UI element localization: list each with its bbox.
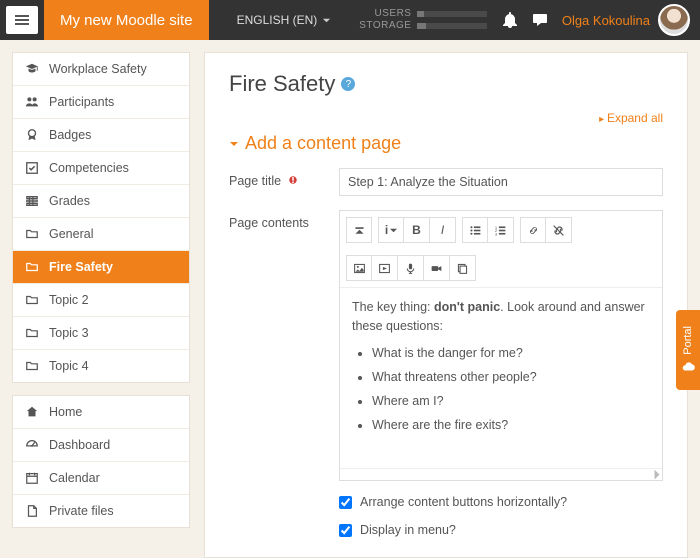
toolbar-style-button[interactable]: i — [378, 217, 404, 243]
sidebar-item-label: Grades — [49, 194, 90, 208]
users-icon — [25, 95, 39, 109]
sidebar-item-label: Competencies — [49, 161, 129, 175]
check-icon — [25, 161, 39, 175]
folder-icon — [25, 293, 39, 307]
sidebar-item-general[interactable]: General — [13, 218, 189, 251]
sidebar-item-topic-3[interactable]: Topic 3 — [13, 317, 189, 350]
display-in-menu-checkbox[interactable] — [339, 524, 352, 537]
sidebar-item-label: Calendar — [49, 471, 100, 485]
grid-icon — [25, 194, 39, 208]
editor-toolbar: i B I 123 — [340, 211, 662, 288]
toolbar-ul-button[interactable] — [462, 217, 488, 243]
portal-tab-label: Portal — [682, 326, 694, 355]
editor-paragraph: The key thing: don't panic. Look around … — [352, 298, 650, 336]
toolbar-ol-button[interactable]: 123 — [488, 217, 514, 243]
file-icon — [25, 504, 39, 518]
page-contents-label: Page contents — [229, 216, 309, 230]
sidebar-item-dashboard[interactable]: Dashboard — [13, 429, 189, 462]
page-title-input[interactable] — [339, 168, 663, 196]
hamburger-icon — [14, 12, 30, 28]
help-icon[interactable]: ? — [341, 77, 355, 91]
portal-tab[interactable]: Portal — [676, 310, 700, 390]
messages-icon[interactable] — [532, 12, 548, 28]
folder-icon — [25, 227, 39, 241]
sidebar-item-label: Topic 3 — [49, 326, 89, 340]
rich-text-editor: i B I 123 — [339, 210, 663, 481]
dashboard-icon — [25, 438, 39, 452]
sidebar-item-private-files[interactable]: Private files — [13, 495, 189, 527]
usage-stats: USERS STORAGE — [359, 8, 487, 32]
sidebar-item-home[interactable]: Home — [13, 396, 189, 429]
sidebar-item-label: Participants — [49, 95, 114, 109]
arrange-horizontal-checkbox[interactable] — [339, 496, 352, 509]
home-icon — [25, 405, 39, 419]
sidebar-item-label: Private files — [49, 504, 114, 518]
page-title: Fire Safety — [229, 71, 335, 97]
language-switcher[interactable]: ENGLISH (EN) — [237, 13, 332, 27]
caret-down-icon — [390, 227, 397, 234]
nav-toggle-button[interactable] — [6, 6, 38, 34]
section-heading-label: Add a content page — [245, 133, 401, 154]
toolbar-link-button[interactable] — [520, 217, 546, 243]
grad-cap-icon — [25, 62, 39, 76]
sidebar-item-label: Badges — [49, 128, 91, 142]
toolbar-italic-button[interactable]: I — [430, 217, 456, 243]
display-in-menu-label: Display in menu? — [360, 523, 456, 537]
cloud-icon — [681, 360, 695, 374]
folder-icon — [25, 359, 39, 373]
svg-text:3: 3 — [495, 231, 498, 236]
toolbar-files-button[interactable] — [450, 255, 476, 281]
language-label: ENGLISH (EN) — [237, 13, 318, 27]
sidebar-item-label: Topic 2 — [49, 293, 89, 307]
chevron-down-icon — [229, 139, 239, 149]
sidebar-item-label: Home — [49, 405, 82, 419]
toolbar-image-button[interactable] — [346, 255, 372, 281]
sidebar-item-label: Topic 4 — [49, 359, 89, 373]
caret-down-icon — [322, 16, 331, 25]
sidebar-item-competencies[interactable]: Competencies — [13, 152, 189, 185]
toolbar-unlink-button[interactable] — [546, 217, 572, 243]
sidebar-item-grades[interactable]: Grades — [13, 185, 189, 218]
folder-icon — [25, 326, 39, 340]
toolbar-media-button[interactable] — [372, 255, 398, 281]
avatar[interactable] — [658, 4, 690, 36]
sidebar-item-topic-2[interactable]: Topic 2 — [13, 284, 189, 317]
sidebar-item-label: Workplace Safety — [49, 62, 147, 76]
toolbar-bold-button[interactable]: B — [404, 217, 430, 243]
sidebar-item-participants[interactable]: Participants — [13, 86, 189, 119]
site-brand[interactable]: My new Moodle site — [44, 0, 209, 40]
sidebar-item-workplace-safety[interactable]: Workplace Safety — [13, 53, 189, 86]
toolbar-collapse-button[interactable] — [346, 217, 372, 243]
folder-icon — [25, 260, 39, 274]
site-nav-panel: Home Dashboard Calendar Private files — [12, 395, 190, 528]
sidebar-item-label: Fire Safety — [49, 260, 113, 274]
toolbar-mic-button[interactable] — [398, 255, 424, 281]
editor-body[interactable]: The key thing: don't panic. Look around … — [340, 288, 662, 468]
editor-bullet: Where are the fire exits? — [372, 418, 650, 432]
section-toggle-add-content[interactable]: Add a content page — [229, 133, 663, 154]
sidebar-item-calendar[interactable]: Calendar — [13, 462, 189, 495]
sidebar-item-label: General — [49, 227, 93, 241]
editor-bullet: What is the danger for me? — [372, 346, 650, 360]
notifications-icon[interactable] — [502, 12, 518, 28]
user-name[interactable]: Olga Kokoulina — [562, 13, 650, 28]
sidebar-item-fire-safety[interactable]: Fire Safety — [13, 251, 189, 284]
badge-icon — [25, 128, 39, 142]
editor-bullet: What threatens other people? — [372, 370, 650, 384]
toolbar-video-button[interactable] — [424, 255, 450, 281]
sidebar-item-badges[interactable]: Badges — [13, 119, 189, 152]
arrange-horizontal-label: Arrange content buttons horizontally? — [360, 495, 567, 509]
expand-all-link[interactable]: Expand all — [599, 111, 663, 125]
course-nav-panel: Workplace Safety Participants Badges Compet… — [12, 52, 190, 383]
sidebar-item-label: Dashboard — [49, 438, 110, 452]
editor-resize-handle[interactable]: ◢ — [340, 468, 662, 480]
sidebar-item-topic-4[interactable]: Topic 4 — [13, 350, 189, 382]
page-title-label: Page title — [229, 174, 281, 188]
editor-bullet: Where am I? — [372, 394, 650, 408]
calendar-icon — [25, 471, 39, 485]
required-icon — [287, 174, 299, 186]
